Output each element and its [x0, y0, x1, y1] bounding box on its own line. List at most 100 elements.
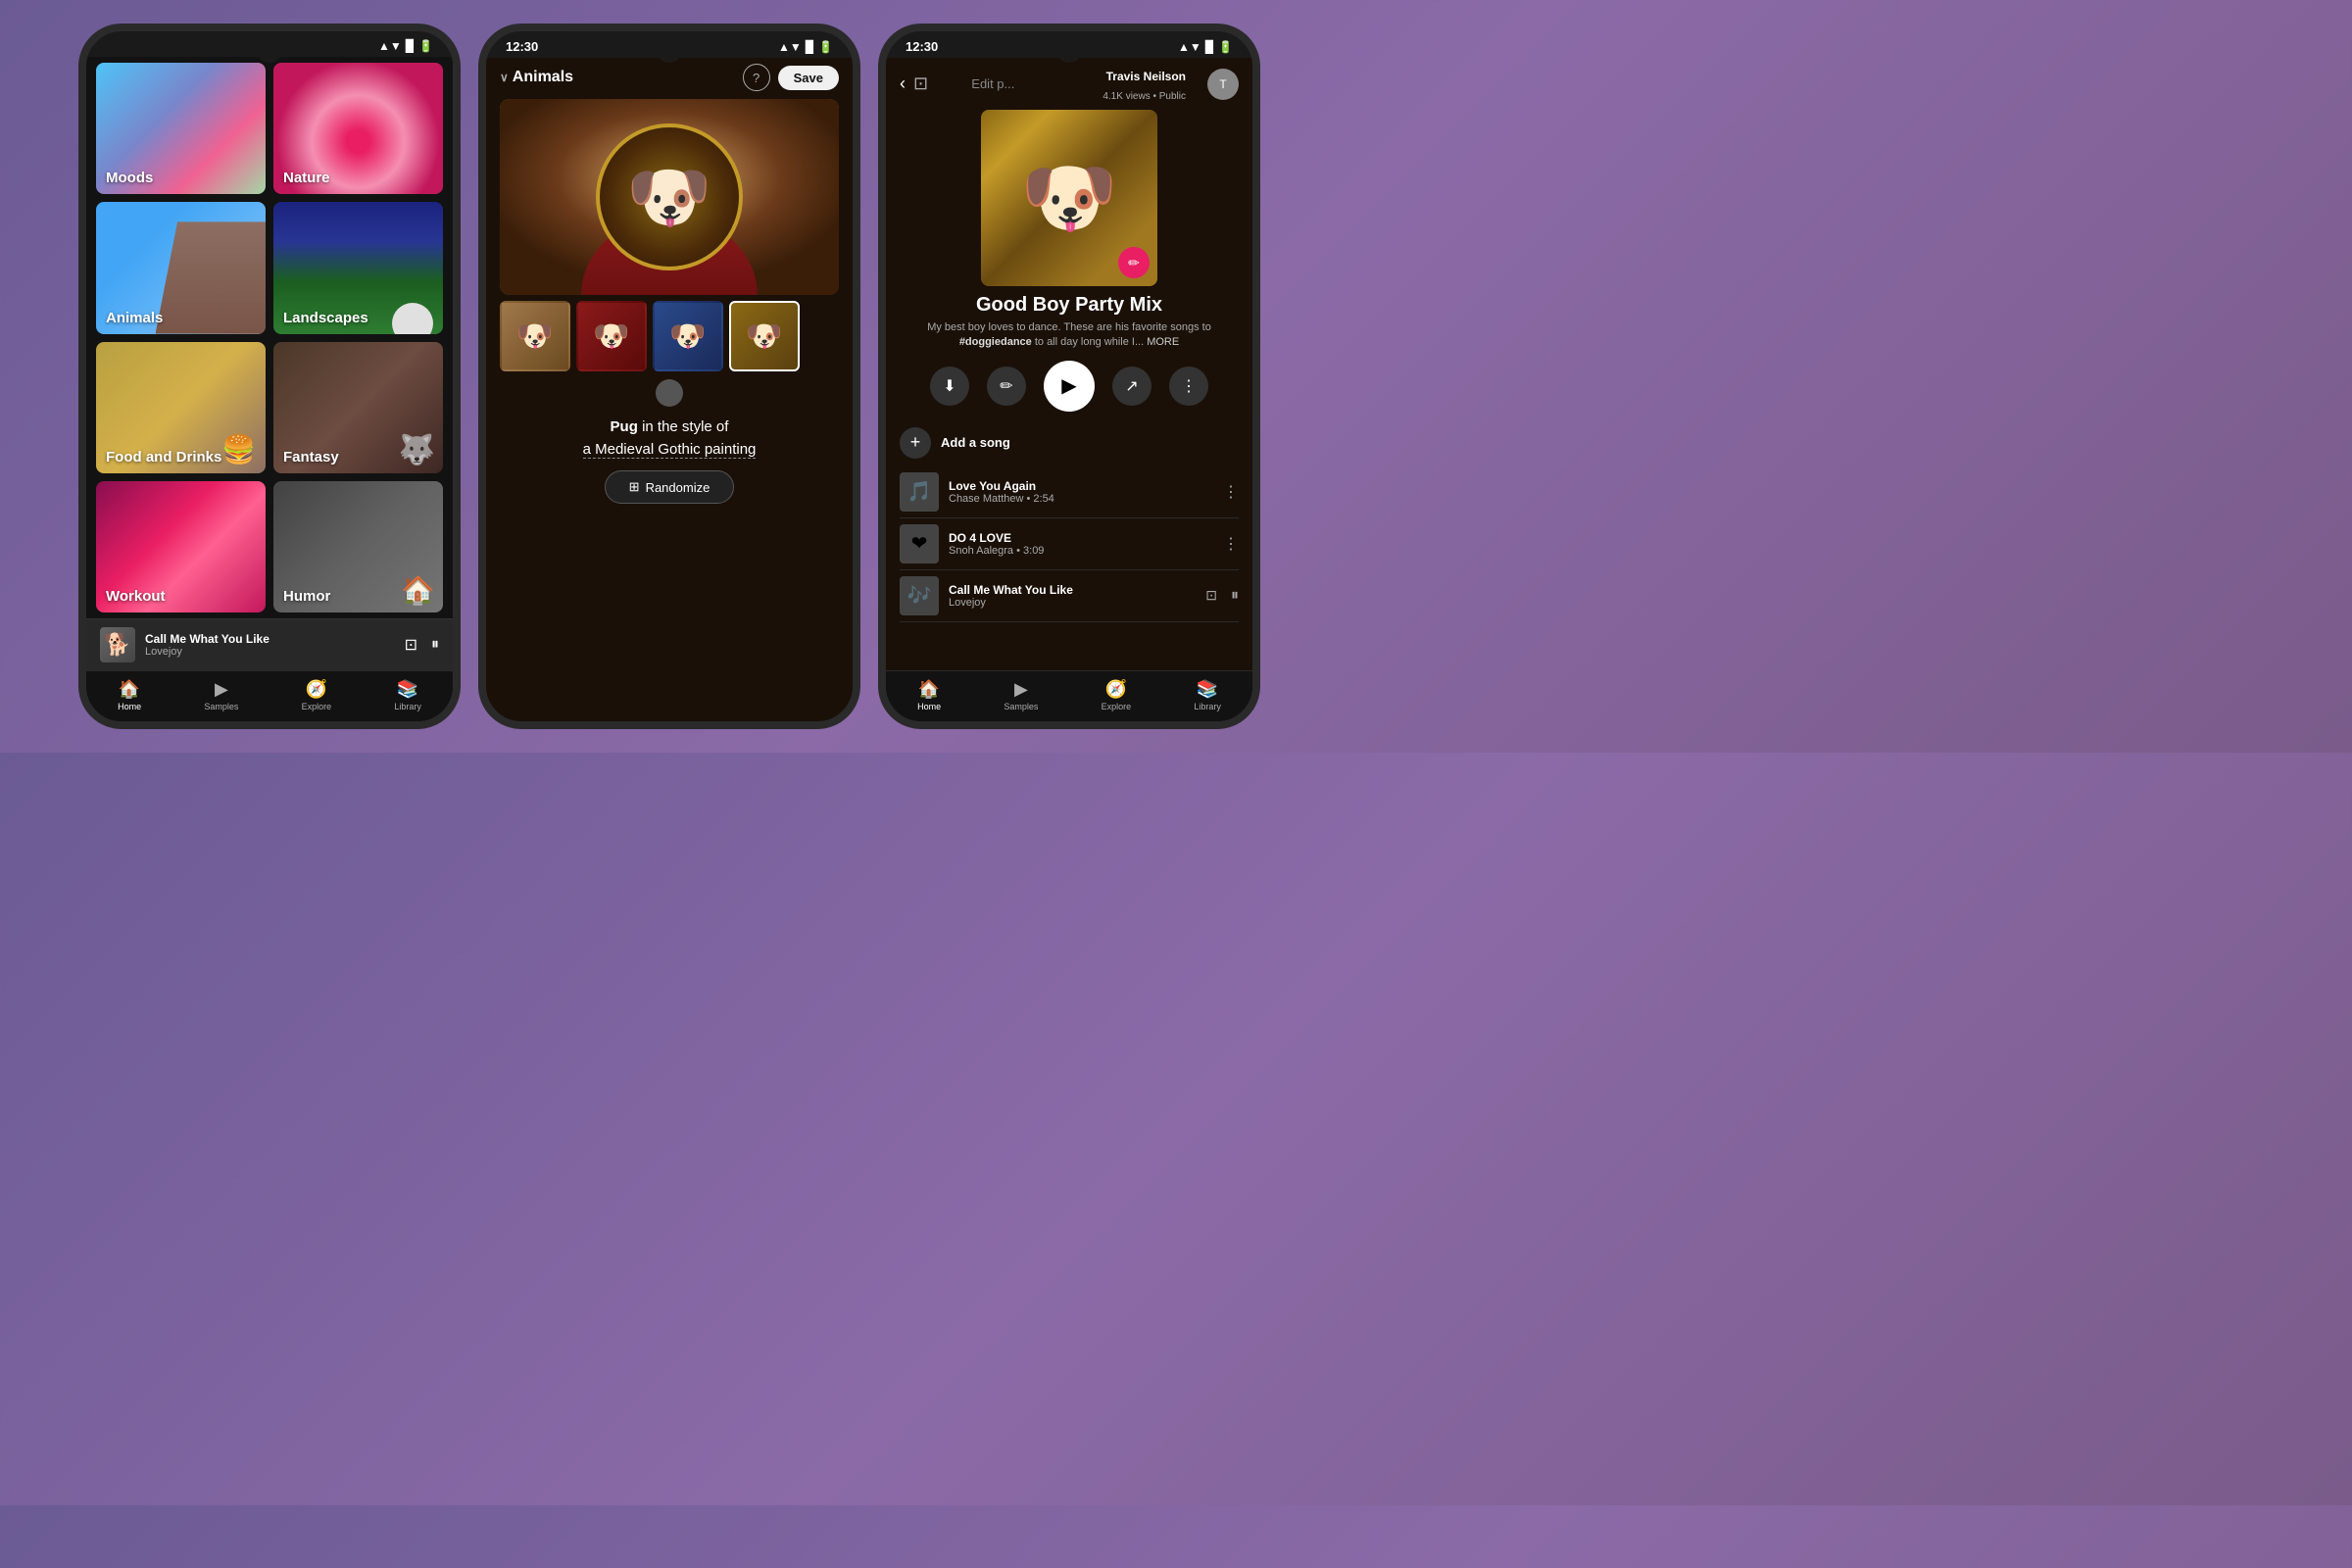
samples-icon-1: ▶	[215, 679, 228, 700]
pug-face-emoji: 🐶	[626, 163, 711, 231]
category-fantasy[interactable]: Fantasy	[273, 342, 443, 473]
cast-icon-1[interactable]: ⊡	[405, 635, 417, 655]
wifi-icon: ▲▼	[378, 39, 402, 53]
edit-art-fab[interactable]: ✏	[1118, 247, 1150, 278]
nav-library-1[interactable]: 📚 Library	[394, 679, 421, 711]
edit-playlist-button[interactable]: ✏	[987, 367, 1026, 406]
library-icon-3: 📚	[1197, 679, 1218, 700]
user-info: Travis Neilson 4.1K views • Public	[1058, 64, 1200, 104]
randomize-button[interactable]: ⊞ Randomize	[605, 470, 735, 504]
song-art-2: ❤	[911, 531, 928, 556]
mini-artist-1: Lovejoy	[145, 646, 395, 658]
song-item-3: 🎶 Call Me What You Like Lovejoy ⊡ ⏸	[900, 570, 1239, 622]
status-icons-3: ▲▼ ▉ 🔋	[1178, 40, 1233, 54]
song-more-1[interactable]: ⋮	[1223, 482, 1239, 502]
hashtag: #doggiedance	[959, 336, 1032, 348]
category-animals[interactable]: Animals	[96, 202, 266, 333]
playlist-description: My best boy loves to dance. These are hi…	[886, 318, 1252, 353]
share-icon: ↗	[1125, 376, 1138, 396]
nav-samples-3[interactable]: ▶ Samples	[1004, 679, 1038, 711]
category-humor[interactable]: Humor	[273, 481, 443, 612]
nav-explore-1[interactable]: 🧭 Explore	[302, 679, 332, 711]
song-more-2[interactable]: ⋮	[1223, 534, 1239, 554]
signal-icon-3: ▉	[1205, 40, 1214, 54]
add-song-row[interactable]: + Add a song	[886, 419, 1252, 466]
fantasy-label: Fantasy	[283, 449, 339, 466]
help-button[interactable]: ?	[743, 64, 770, 91]
nav-home-1[interactable]: 🏠 Home	[118, 679, 141, 711]
song-info-1: Love You Again Chase Matthew • 2:54	[949, 479, 1213, 505]
song-item-1: 🎵 Love You Again Chase Matthew • 2:54 ⋮	[900, 466, 1239, 518]
mini-actions-1: ⊡ ⏸	[405, 635, 439, 655]
ai-thumb-2[interactable]: 🐶	[576, 301, 647, 371]
mini-title-1: Call Me What You Like	[145, 632, 395, 646]
edit-art-icon: ✏	[1128, 255, 1140, 271]
library-icon-1: 📚	[397, 679, 418, 700]
status-bar-2: 12:30 ▲▼ ▉ 🔋	[486, 31, 853, 58]
category-moods[interactable]: Moods	[96, 63, 266, 194]
nav-samples-1[interactable]: ▶ Samples	[204, 679, 238, 711]
time-2: 12:30	[506, 39, 538, 54]
explore-icon-3: 🧭	[1105, 679, 1127, 700]
edit-button[interactable]: Edit p...	[936, 76, 1050, 91]
pug-circle: 🐶	[596, 123, 743, 270]
scroll-dot	[656, 379, 683, 407]
song-art-3: 🎶	[907, 583, 932, 608]
ai-thumb-3[interactable]: 🐶	[653, 301, 723, 371]
mini-player-1: 🐕 Call Me What You Like Lovejoy ⊡ ⏸	[86, 618, 453, 670]
scroll-indicator	[486, 375, 853, 411]
phone-ai: 12:30 ▲▼ ▉ 🔋 ∨ Animals ? Save 🐶	[478, 24, 860, 729]
song-info-3: Call Me What You Like Lovejoy	[949, 583, 1196, 609]
song-meta-2: Snoh Aalegra • 3:09	[949, 545, 1213, 557]
category-workout[interactable]: Workout	[96, 481, 266, 612]
samples-label-1: Samples	[204, 702, 238, 711]
battery-icon: 🔋	[418, 39, 433, 53]
ai-thumb-1[interactable]: 🐶	[500, 301, 570, 371]
status-icons-2: ▲▼ ▉ 🔋	[778, 40, 833, 54]
bottom-nav-1: 🏠 Home ▶ Samples 🧭 Explore 📚 Library	[86, 670, 453, 721]
save-button[interactable]: Save	[778, 66, 839, 90]
landscapes-label: Landscapes	[283, 310, 368, 326]
more-options-button[interactable]: ⋮	[1169, 367, 1208, 406]
song-title-2: DO 4 LOVE	[949, 531, 1213, 545]
more-button[interactable]: MORE	[1147, 336, 1179, 348]
samples-label-3: Samples	[1004, 702, 1038, 711]
battery-icon-3: 🔋	[1218, 40, 1233, 54]
song-cast-3[interactable]: ⊡	[1205, 587, 1217, 604]
food-label: Food and Drinks	[106, 449, 221, 466]
cast-icon-3[interactable]: ⊡	[913, 74, 928, 94]
category-landscapes[interactable]: Landscapes	[273, 202, 443, 333]
download-button[interactable]: ⬇	[930, 367, 969, 406]
category-nature[interactable]: Nature	[273, 63, 443, 194]
home-icon-3: 🏠	[918, 679, 940, 700]
mini-thumb-1: 🐕	[100, 627, 135, 662]
category-food[interactable]: Food and Drinks	[96, 342, 266, 473]
ai-caption: Pug in the style of a Medieval Gothic pa…	[486, 411, 853, 470]
share-button[interactable]: ↗	[1112, 367, 1152, 406]
library-label-3: Library	[1194, 702, 1221, 711]
status-icons-1: ▲▼ ▉ 🔋	[378, 39, 433, 53]
notch-1	[257, 37, 282, 63]
song-more-3[interactable]: ⏸	[1231, 587, 1239, 605]
add-song-label: Add a song	[941, 435, 1010, 450]
nav-home-3[interactable]: 🏠 Home	[917, 679, 941, 711]
playlist-screen: ‹ ⊡ Edit p... Travis Neilson 4.1K views …	[886, 58, 1252, 721]
landscapes-circle	[392, 303, 433, 334]
ai-screen: ∨ Animals ? Save 🐶 🐶 🐶	[486, 58, 853, 721]
category-label: Animals	[513, 69, 573, 86]
nav-library-3[interactable]: 📚 Library	[1194, 679, 1221, 711]
song-thumb-2: ❤	[900, 524, 939, 564]
ai-thumbnails: 🐶 🐶 🐶 🐶	[486, 301, 853, 375]
user-avatar: T	[1207, 69, 1239, 100]
nav-explore-3[interactable]: 🧭 Explore	[1102, 679, 1132, 711]
play-button[interactable]: ▶	[1044, 361, 1095, 412]
ai-thumb-4[interactable]: 🐶	[729, 301, 800, 371]
library-label-1: Library	[394, 702, 421, 711]
song-title-3: Call Me What You Like	[949, 583, 1196, 597]
back-button[interactable]: ‹	[900, 74, 906, 94]
time-3: 12:30	[906, 39, 938, 54]
thumb-inner-4: 🐶	[731, 303, 798, 369]
song-list: 🎵 Love You Again Chase Matthew • 2:54 ⋮ …	[886, 466, 1252, 670]
pause-icon-1[interactable]: ⏸	[431, 636, 439, 654]
ai-randomize-container: ⊞ Randomize	[486, 470, 853, 514]
